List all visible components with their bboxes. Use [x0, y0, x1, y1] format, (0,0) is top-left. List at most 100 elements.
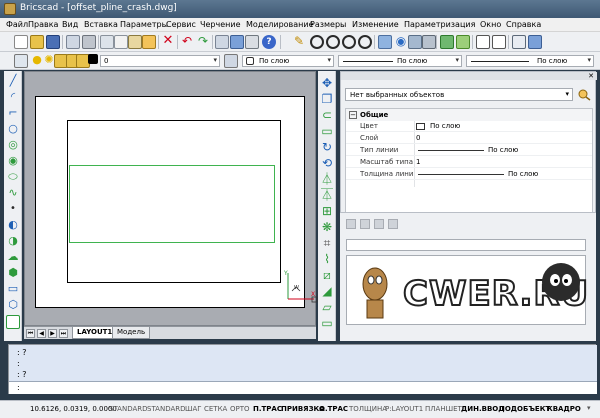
- menu-parametric[interactable]: Параметризация: [404, 20, 475, 29]
- collapse-icon[interactable]: −: [349, 111, 357, 119]
- close-icon[interactable]: ✕: [588, 72, 594, 80]
- layer-states-icon[interactable]: [14, 54, 28, 68]
- hatch-icon[interactable]: ⬢: [6, 267, 20, 281]
- property-row-linetype[interactable]: Тип линии По слою: [346, 145, 592, 156]
- status-grid[interactable]: СЕТКА: [203, 404, 228, 415]
- bricscad-app-icon[interactable]: [4, 3, 16, 15]
- undo-icon[interactable]: ↶: [180, 35, 194, 49]
- point-icon[interactable]: •: [6, 203, 20, 217]
- new-file-icon[interactable]: [14, 35, 28, 49]
- line-icon[interactable]: ╱: [6, 75, 20, 89]
- polygon-icon[interactable]: ⬡: [6, 299, 20, 313]
- menu-help[interactable]: Справка: [506, 20, 541, 29]
- menu-dimensions[interactable]: Размеры: [310, 20, 346, 29]
- delete-icon[interactable]: ✕: [161, 34, 175, 49]
- next-tab-icon[interactable]: ▶: [48, 329, 57, 338]
- windows-cascade-icon[interactable]: [512, 35, 526, 49]
- print-preview-icon[interactable]: [66, 35, 80, 49]
- zoom-out-icon[interactable]: [342, 35, 356, 49]
- 3d-box-icon[interactable]: [440, 35, 454, 49]
- property-row-layer[interactable]: Слой 0: [346, 133, 592, 144]
- menu-tools[interactable]: Сервис: [166, 20, 196, 29]
- status-tablet[interactable]: ПЛАНШЕТ: [424, 404, 463, 415]
- selection-filter-select[interactable]: Нет выбранных объектов ▾: [345, 88, 573, 101]
- donut-icon[interactable]: ◉: [6, 155, 20, 169]
- chamfer-icon[interactable]: ◢: [320, 285, 334, 299]
- table-icon[interactable]: [6, 315, 20, 329]
- pencil-icon[interactable]: ✎: [292, 35, 306, 49]
- array-icon[interactable]: ⏄: [320, 189, 334, 203]
- copy-object-icon[interactable]: ❐: [320, 93, 334, 107]
- previous-tab-icon[interactable]: ◀: [37, 329, 46, 338]
- paste-icon[interactable]: [128, 35, 142, 49]
- panel-tool-icon[interactable]: [346, 219, 356, 229]
- menu-modify[interactable]: Изменение: [352, 20, 399, 29]
- panel-tool-icon[interactable]: [360, 219, 370, 229]
- last-tab-icon[interactable]: ⏭: [59, 329, 68, 338]
- break-icon[interactable]: ⧄: [320, 269, 334, 283]
- mirror-icon[interactable]: ⏃: [320, 173, 334, 187]
- status-text-style[interactable]: STANDARD: [108, 404, 149, 415]
- print-icon[interactable]: [82, 35, 96, 49]
- explorer-icon[interactable]: [230, 35, 244, 49]
- zoom-realtime-icon[interactable]: [310, 35, 324, 49]
- ray-icon[interactable]: ◐: [6, 219, 20, 233]
- spline-icon[interactable]: ∿: [6, 187, 20, 201]
- drawing-settings-icon[interactable]: [245, 35, 259, 49]
- menu-settings[interactable]: Параметры: [120, 20, 168, 29]
- help-icon[interactable]: ?: [262, 35, 276, 49]
- status-quad[interactable]: КВАДРО: [546, 404, 582, 415]
- cut-icon[interactable]: [100, 35, 114, 49]
- offset-icon[interactable]: ⊂: [320, 109, 334, 123]
- rectangle-icon[interactable]: ▭: [6, 283, 20, 297]
- layer-select[interactable]: 0 ▾: [100, 55, 220, 67]
- status-ortho[interactable]: ОРТО: [229, 404, 251, 415]
- panel-search-input[interactable]: [346, 239, 586, 251]
- menu-view[interactable]: Вид: [62, 20, 78, 29]
- green-rectangle-entity[interactable]: [69, 165, 275, 243]
- cloud-icon[interactable]: ☁: [6, 251, 20, 265]
- property-row-lineweight[interactable]: Толщина линии По слою: [346, 169, 592, 180]
- status-space[interactable]: P:LAYOUT1: [384, 404, 424, 415]
- status-subobject[interactable]: ПОДОБЪЕКТ: [498, 404, 551, 415]
- layer-manager-icon[interactable]: [215, 35, 229, 49]
- visibility-eye-icon[interactable]: ◉: [394, 35, 408, 49]
- drawing-canvas[interactable]: Y X W: [24, 71, 318, 326]
- property-row-color[interactable]: Цвет По слою: [346, 121, 592, 132]
- render-icon[interactable]: [408, 35, 422, 49]
- explode-icon[interactable]: ▭: [320, 317, 334, 331]
- circle-icon[interactable]: ○: [6, 123, 20, 137]
- command-input[interactable]: :: [9, 381, 597, 394]
- zoom-in-icon[interactable]: [326, 35, 340, 49]
- lineweight-select[interactable]: По слою ▾: [466, 55, 594, 67]
- extend-icon[interactable]: ⌇: [320, 253, 334, 267]
- menu-modeling[interactable]: Моделирование: [246, 20, 314, 29]
- panel-tool-icon[interactable]: [388, 219, 398, 229]
- fillet-icon[interactable]: ▱: [320, 301, 334, 315]
- status-polar[interactable]: П.ТРАС: [252, 404, 283, 415]
- color-select[interactable]: По слою ▾: [242, 55, 334, 67]
- redo-icon[interactable]: ↷: [196, 35, 210, 49]
- tab-layout1[interactable]: LAYOUT1: [72, 327, 118, 339]
- scale-icon[interactable]: ⟲: [320, 157, 334, 171]
- menu-window[interactable]: Окно: [480, 20, 501, 29]
- 3d-view-icon[interactable]: [456, 35, 470, 49]
- windows-tile-icon[interactable]: [528, 35, 542, 49]
- region-icon[interactable]: ◑: [6, 235, 20, 249]
- open-folder-icon[interactable]: [30, 35, 44, 49]
- polar-array-icon[interactable]: ❋: [320, 221, 334, 235]
- properties-section-general[interactable]: − Общие: [346, 109, 592, 121]
- panel-tool-icon[interactable]: [374, 219, 384, 229]
- make-object-layer-current-icon[interactable]: [224, 54, 238, 68]
- trim-icon[interactable]: ⌗: [320, 237, 334, 251]
- shade-icon[interactable]: [422, 35, 436, 49]
- move-icon[interactable]: ✥: [320, 77, 334, 91]
- match-properties-icon[interactable]: [142, 35, 156, 49]
- polyline-icon[interactable]: ⌐: [6, 107, 20, 121]
- viewports-icon[interactable]: [476, 35, 490, 49]
- quick-select-icon[interactable]: [577, 88, 591, 101]
- copy-icon[interactable]: [114, 35, 128, 49]
- arc-icon[interactable]: ◜: [6, 91, 20, 105]
- rotate-icon[interactable]: ↻: [320, 141, 334, 155]
- rectangular-array-icon[interactable]: ⊞: [320, 205, 334, 219]
